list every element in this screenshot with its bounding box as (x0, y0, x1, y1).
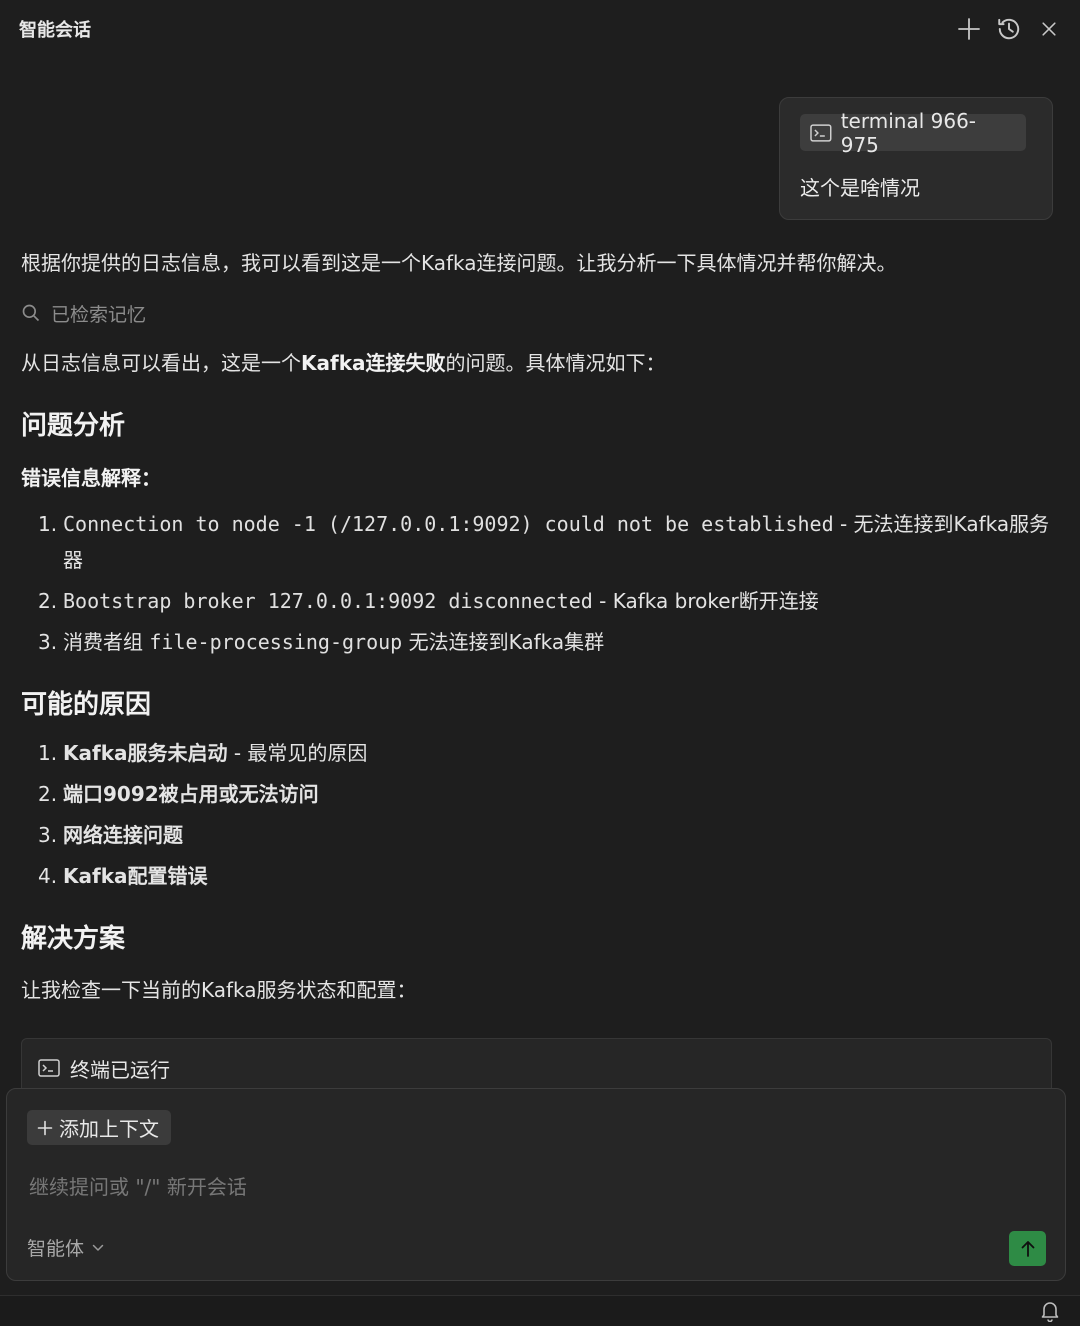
send-button[interactable] (1009, 1231, 1046, 1266)
user-message-text: 这个是啥情况 (800, 176, 920, 200)
list-item: 4. Kafka配置错误 (38, 858, 1051, 894)
context-chip-terminal[interactable]: terminal 966-975 (800, 109, 1026, 157)
search-icon (22, 304, 40, 322)
solution-text: 让我检查一下当前的Kafka服务状态和配置： (21, 978, 417, 1002)
list-number: 2. (38, 589, 58, 613)
chevron-down-icon (92, 1244, 104, 1251)
chat-header: 智能会话 (0, 0, 1080, 58)
assistant-message: 根据你提供的日志信息，我可以看到这是一个Kafka连接问题。让我分析一下具体情况… (21, 244, 1051, 1009)
chat-input-panel: 添加上下文 智能体 (6, 1088, 1066, 1281)
memory-status: 已检索记忆 (21, 294, 1051, 332)
history-icon[interactable] (996, 16, 1022, 42)
list-item: 2. Bootstrap broker 127.0.0.1:9092 disco… (38, 583, 1051, 619)
list-number: 3. (38, 630, 58, 654)
list-bold: 端口9092被占用或无法访问 (63, 782, 319, 806)
inline-code: file-processing-group (149, 630, 403, 654)
section-title-analysis: 问题分析 (21, 411, 126, 441)
list-bold: Kafka服务未启动 (63, 741, 228, 765)
list-text: - 最常见的原因 (227, 741, 368, 765)
memory-status-label: 已检索记忆 (51, 303, 147, 326)
header-actions (956, 16, 1062, 42)
list-text: 无法连接到Kafka集群 (402, 630, 605, 654)
section-subtitle-errors: 错误信息解释： (21, 466, 161, 490)
terminal-icon (38, 1059, 60, 1077)
list-item: 3. 消费者组 file-processing-group 无法连接到Kafka… (38, 624, 1051, 660)
user-message: terminal 966-975 这个是啥情况 (779, 97, 1053, 220)
list-number: 3. (38, 823, 58, 847)
arrow-up-icon (1021, 1240, 1034, 1257)
plus-icon (37, 1120, 53, 1135)
assistant-intro: 根据你提供的日志信息，我可以看到这是一个Kafka连接问题。让我分析一下具体情况… (21, 251, 897, 275)
list-number: 2. (38, 782, 58, 806)
agent-mode-select[interactable]: 智能体 (27, 1234, 104, 1261)
add-context-label: 添加上下文 (59, 1117, 159, 1141)
list-bold: Kafka配置错误 (63, 864, 208, 888)
close-icon[interactable] (1036, 16, 1062, 42)
section-title-causes: 可能的原因 (21, 690, 152, 720)
add-context-button[interactable]: 添加上下文 (27, 1110, 171, 1145)
inline-code: Connection to node -1 (/127.0.0.1:9092) … (63, 512, 834, 536)
terminal-icon (810, 123, 832, 142)
prompt-input[interactable] (29, 1169, 1039, 1205)
causes-list: 1. Kafka服务未启动 - 最常见的原因 2. 端口9092被占用或无法访问… (21, 735, 1051, 894)
terminal-run-label: 终端已运行 (70, 1057, 170, 1082)
list-number: 4. (38, 864, 58, 888)
list-item: 1. Kafka服务未启动 - 最常见的原因 (38, 735, 1051, 771)
chat-title: 智能会话 (19, 20, 91, 41)
agent-mode-label: 智能体 (27, 1238, 85, 1260)
summary-paragraph: 从日志信息可以看出，这是一个Kafka连接失败的问题。具体情况如下： (21, 344, 1051, 382)
context-chip-label: terminal 966-975 (840, 108, 977, 157)
summary-bold: Kafka连接失败 (301, 351, 446, 375)
list-bold: 网络连接问题 (63, 823, 183, 847)
list-item: 3. 网络连接问题 (38, 817, 1051, 853)
list-number: 1. (38, 741, 58, 765)
plus-icon[interactable] (956, 16, 982, 42)
list-text: - Kafka broker断开连接 (592, 589, 819, 613)
inline-code: Bootstrap broker 127.0.0.1:9092 disconne… (63, 589, 593, 613)
section-title-solution: 解决方案 (21, 924, 126, 954)
list-item: 2. 端口9092被占用或无法访问 (38, 776, 1051, 812)
summary-prefix: 从日志信息可以看出，这是一个 (21, 351, 301, 375)
bell-icon[interactable] (1040, 1300, 1060, 1326)
list-item: 1. Connection to node -1 (/127.0.0.1:909… (38, 506, 1051, 578)
list-number: 1. (38, 512, 58, 536)
status-bar (0, 1295, 1080, 1326)
summary-suffix: 的问题。具体情况如下： (445, 351, 666, 375)
error-list: 1. Connection to node -1 (/127.0.0.1:909… (21, 506, 1051, 660)
list-text: 消费者组 (63, 630, 150, 654)
